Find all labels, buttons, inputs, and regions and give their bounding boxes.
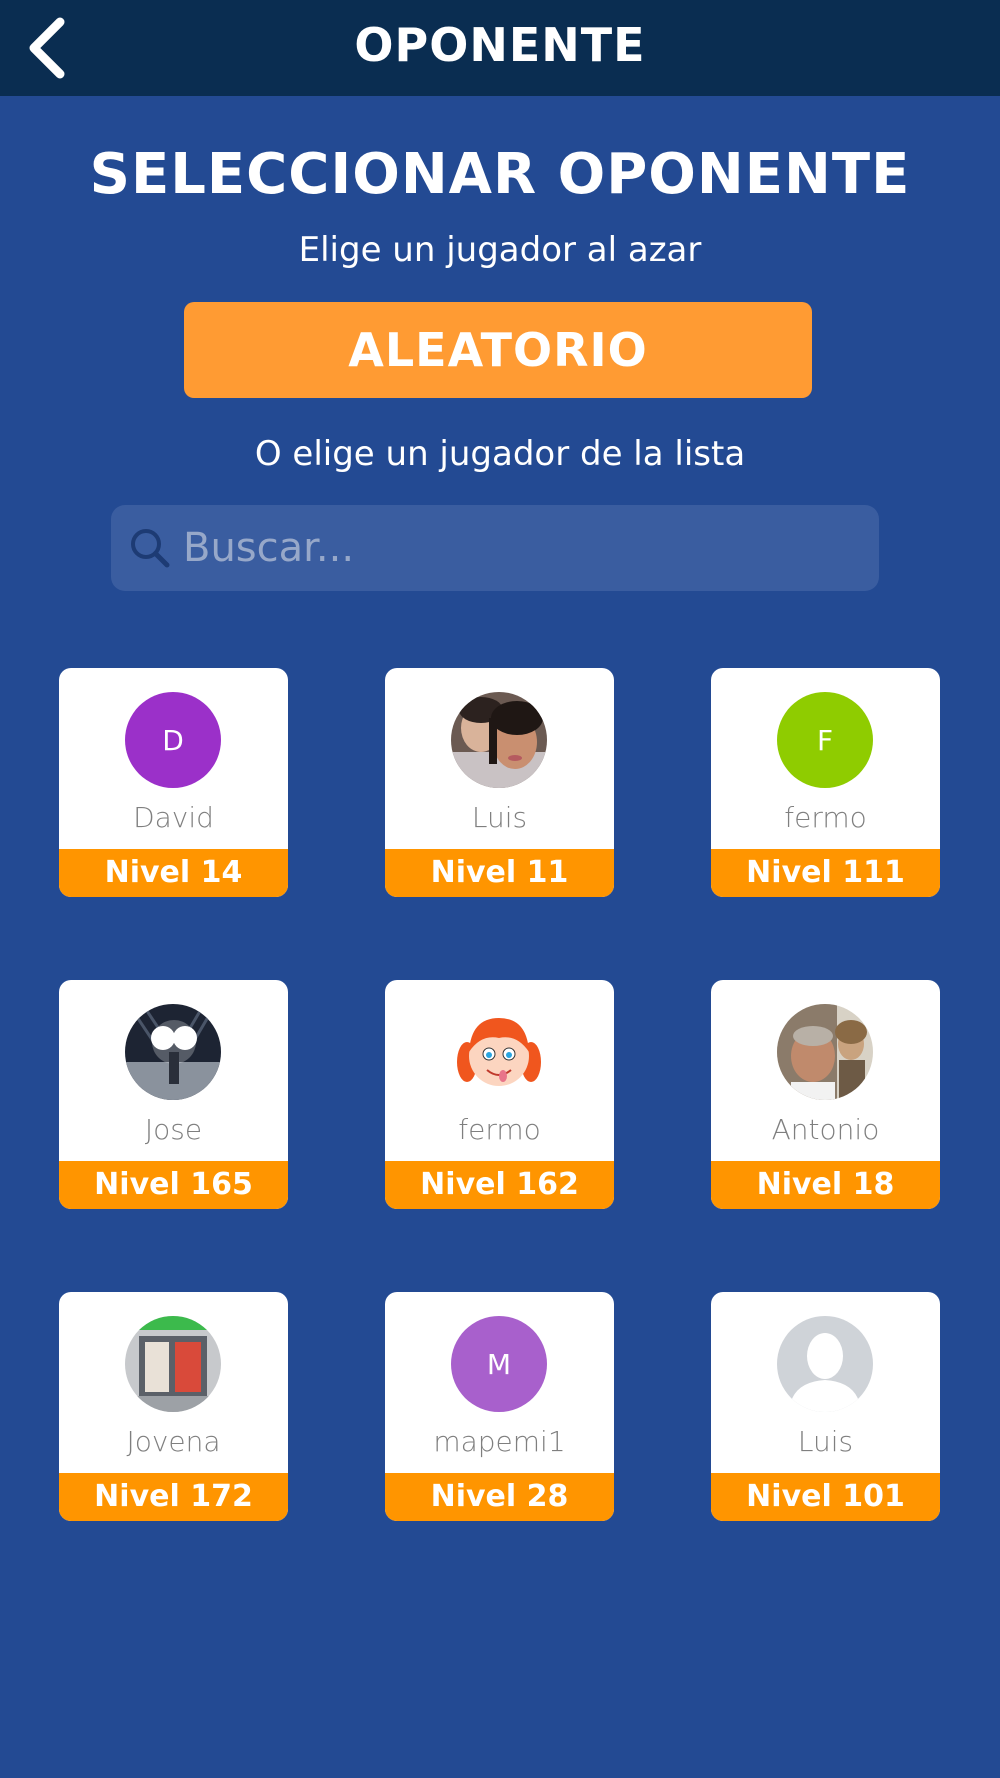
player-card[interactable]: Luis Nivel 101 xyxy=(711,1292,940,1521)
player-card[interactable]: Ffermo Nivel 111 xyxy=(711,668,940,897)
player-level-badge: Nivel 172 xyxy=(59,1473,288,1521)
player-name: Luis xyxy=(797,1425,854,1458)
player-avatar xyxy=(777,1004,873,1100)
page-title: OPONENTE xyxy=(354,18,646,72)
player-name: Jovena xyxy=(126,1425,221,1458)
player-level-badge: Nivel 14 xyxy=(59,849,288,897)
search-box[interactable] xyxy=(111,505,879,591)
player-level-badge: Nivel 165 xyxy=(59,1161,288,1209)
list-subtitle: O elige un jugador de la lista xyxy=(254,434,746,474)
search-icon xyxy=(131,529,170,568)
avatar-initial: F xyxy=(816,723,834,757)
player-name: fermo xyxy=(458,1113,541,1146)
player-avatar: D xyxy=(125,692,221,788)
player-name: Luis xyxy=(471,801,528,834)
player-avatar: F xyxy=(777,692,873,788)
player-card[interactable]: Jose Nivel 165 xyxy=(59,980,288,1209)
random-subtitle: Elige un jugador al azar xyxy=(298,230,702,270)
player-card[interactable]: Antonio Nivel 18 xyxy=(711,980,940,1209)
avatar-initial: M xyxy=(486,1347,512,1381)
player-level-badge: Nivel 18 xyxy=(711,1161,940,1209)
player-level-badge: Nivel 11 xyxy=(385,849,614,897)
player-card[interactable]: Luis Nivel 11 xyxy=(385,668,614,897)
player-name: Antonio xyxy=(771,1113,880,1146)
search-input[interactable] xyxy=(183,505,863,591)
player-card[interactable]: Jovena Nivel 172 xyxy=(59,1292,288,1521)
player-level-badge: Nivel 28 xyxy=(385,1473,614,1521)
player-level-badge: Nivel 111 xyxy=(711,849,940,897)
player-card[interactable]: Mmapemi1 Nivel 28 xyxy=(385,1292,614,1521)
player-avatar xyxy=(451,692,547,788)
player-avatar: M xyxy=(451,1316,547,1412)
player-level-badge: Nivel 101 xyxy=(711,1473,940,1521)
player-name: Jose xyxy=(144,1113,203,1146)
player-name: fermo xyxy=(784,801,867,834)
player-card[interactable]: D David Nivel 14 xyxy=(59,668,288,897)
section-heading: SELECCIONAR OPONENTE xyxy=(89,142,911,207)
player-avatar xyxy=(125,1004,221,1100)
random-opponent-button[interactable]: ALEATORIO xyxy=(184,302,812,398)
player-card[interactable]: fermo Nivel 162 xyxy=(385,980,614,1209)
player-grid: D David Nivel 14 Luis Nivel 11 Ffermo Nivel 11… xyxy=(59,668,940,1521)
avatar-initial: D xyxy=(162,723,184,757)
player-level-badge: Nivel 162 xyxy=(385,1161,614,1209)
player-name: David xyxy=(133,801,214,834)
top-bar: OPONENTE xyxy=(0,0,1000,96)
player-avatar xyxy=(451,1004,547,1100)
player-avatar xyxy=(125,1316,221,1412)
player-avatar xyxy=(777,1316,873,1412)
player-name: mapemi1 xyxy=(433,1425,566,1458)
